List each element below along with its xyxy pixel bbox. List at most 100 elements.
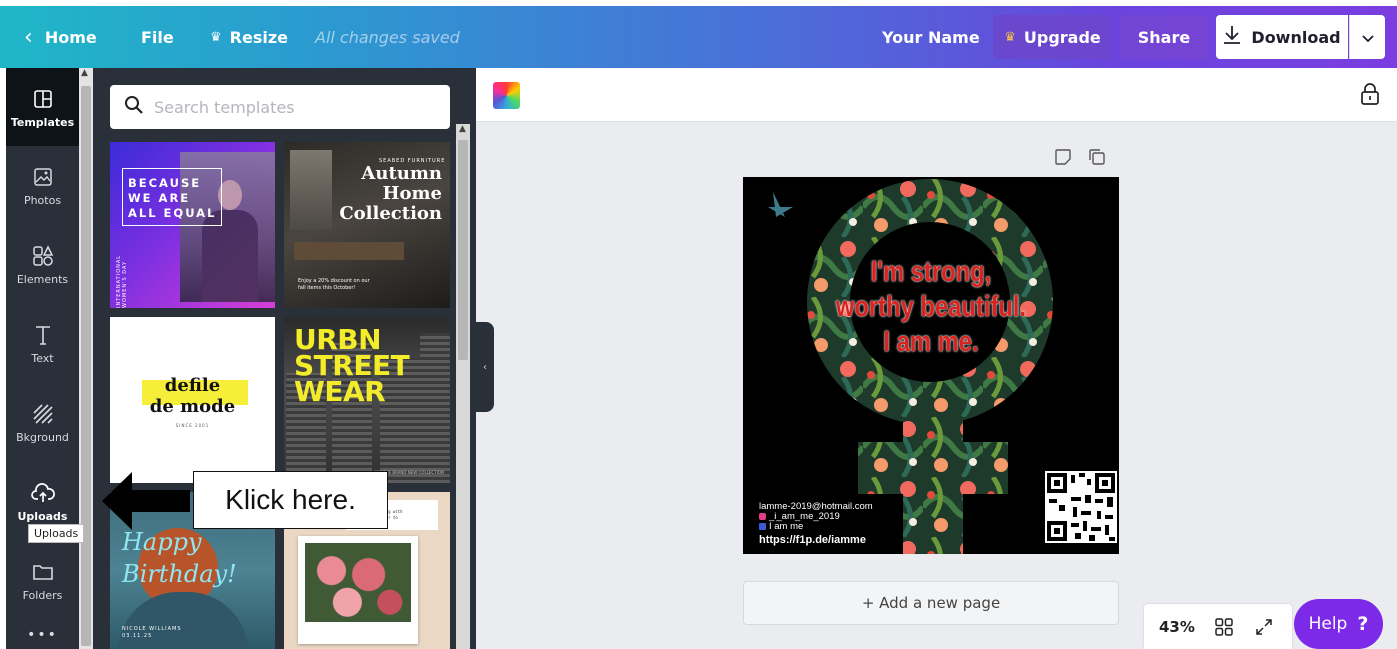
top-bar: ‹ Home File ♛ Resize All changes saved Y…	[0, 6, 1397, 68]
zoom-controls: 43%	[1144, 604, 1292, 649]
quote-line: worthy beautiful.	[835, 291, 1027, 323]
template-footer: SINCE 2001	[175, 423, 210, 428]
quote-line: I am me.	[883, 326, 979, 358]
more-icon: •••	[27, 626, 58, 643]
sidebar-more[interactable]: •••	[6, 620, 79, 649]
panel-scrollbar[interactable]: ▲	[456, 124, 470, 649]
sidebar: Templates Photos Elements Text Bkground …	[6, 68, 79, 649]
sidebar-item-elements[interactable]: Elements	[6, 225, 79, 303]
download-button[interactable]: Download	[1216, 15, 1348, 59]
template-headline: BECAUSE WE ARE ALL EQUAL	[128, 176, 217, 220]
editor-toolbar	[476, 68, 1397, 122]
search-box[interactable]	[110, 85, 450, 129]
annotation-arrow	[102, 472, 190, 530]
question-icon: ?	[1357, 613, 1369, 635]
zoom-level[interactable]: 43%	[1159, 618, 1195, 636]
chevron-left-icon: ‹	[24, 24, 33, 50]
template-footer: Enjoy a 20% discount on our fall items t…	[298, 278, 370, 291]
crown-icon: ♛	[210, 29, 222, 45]
template-photo	[290, 150, 332, 230]
home-label: Home	[44, 27, 97, 47]
upgrade-label: Upgrade	[1023, 27, 1101, 47]
help-button[interactable]: Help ?	[1294, 599, 1383, 649]
quote-text[interactable]: I'm strong, worthy beautiful. I am me.	[777, 255, 1085, 360]
chevron-left-icon: ‹	[483, 361, 487, 373]
duplicate-page-icon[interactable]	[1088, 148, 1108, 168]
download-icon	[1223, 25, 1241, 49]
page-tools	[1054, 148, 1108, 168]
contact-url: https://f1p.de/iamme	[759, 534, 866, 546]
resize-button[interactable]: ♛ Resize	[210, 6, 288, 68]
home-button[interactable]: ‹ Home	[24, 6, 97, 68]
collapse-panel-button[interactable]: ‹	[476, 322, 494, 412]
sidebar-item-folders[interactable]: Folders	[6, 541, 79, 619]
template-photo	[118, 592, 248, 649]
crown-icon: ♛	[1004, 29, 1016, 45]
sidebar-item-background[interactable]: Bkground	[6, 383, 79, 461]
template-card[interactable]: defile de mode SINCE 2001	[110, 317, 275, 483]
design-canvas[interactable]: I'm strong, worthy beautiful. I am me. l…	[743, 177, 1119, 554]
sidebar-item-label: Bkground	[16, 430, 69, 444]
add-page-button[interactable]: + Add a new page	[743, 581, 1119, 625]
lock-icon[interactable]	[1359, 82, 1383, 106]
facebook-icon	[759, 523, 766, 530]
sidebar-item-label: Elements	[16, 272, 69, 286]
template-photo	[294, 242, 404, 260]
file-menu-button[interactable]: File	[141, 6, 174, 68]
scrollbar-thumb[interactable]	[81, 86, 91, 646]
save-status: All changes saved	[315, 27, 460, 47]
search-icon	[124, 95, 144, 119]
template-headline: URBN STREET WEAR	[294, 323, 410, 408]
sidebar-item-text[interactable]: Text	[6, 304, 79, 382]
instagram-icon	[759, 513, 766, 520]
sidebar-item-photos[interactable]: Photos	[6, 146, 79, 224]
template-side-text: INTERNATIONAL WOMEN'S DAY	[116, 254, 128, 308]
color-picker-button[interactable]	[493, 82, 520, 109]
photos-icon	[30, 164, 56, 190]
template-headline: Happy Birthday!	[122, 528, 237, 588]
fullscreen-icon[interactable]	[1253, 616, 1275, 638]
scroll-up-icon[interactable]: ▲	[459, 124, 466, 134]
upgrade-button[interactable]: ♛ Upgrade	[993, 15, 1112, 59]
quote-line: I'm strong,	[870, 256, 992, 288]
download-options-button[interactable]	[1349, 15, 1385, 59]
sidebar-item-label: Text	[31, 351, 54, 365]
template-card[interactable]: BECAUSE WE ARE ALL EQUAL INTERNATIONAL W…	[110, 142, 275, 308]
uploads-tooltip: Uploads	[28, 524, 85, 543]
search-input[interactable]	[154, 97, 434, 117]
scroll-up-icon[interactable]: ▲	[81, 68, 88, 78]
folder-icon	[30, 559, 56, 585]
sidebar-item-label: Uploads	[17, 509, 68, 523]
elements-icon	[30, 243, 56, 269]
template-photo	[298, 536, 418, 644]
template-card[interactable]: SEABED FURNITURE Autumn Home Collection …	[284, 142, 450, 308]
grid-view-icon[interactable]	[1213, 616, 1235, 638]
resize-label: Resize	[229, 27, 288, 47]
template-card[interactable]: URBN STREET WEAR SEE THE BRAND NEW COLLE…	[284, 317, 450, 483]
scrollbar-thumb[interactable]	[458, 140, 468, 360]
template-headline: Autumn Home Collection	[339, 163, 442, 224]
contact-info[interactable]: lamme-2019@hotmail.com _i_am_me_2019 I a…	[759, 502, 873, 546]
upload-cloud-icon	[30, 480, 56, 506]
sidebar-item-label: Folders	[22, 588, 63, 602]
template-footer: NICOLE WILLIAMS 03.11.25	[122, 626, 182, 639]
text-icon	[30, 322, 56, 348]
chevron-down-icon	[1361, 28, 1374, 47]
editor-area: I'm strong, worthy beautiful. I am me. l…	[476, 68, 1397, 649]
sidebar-item-label: Photos	[23, 193, 62, 207]
templates-icon	[30, 86, 56, 112]
help-label: Help	[1308, 614, 1348, 634]
qr-code[interactable]	[1045, 471, 1117, 543]
add-note-icon[interactable]	[1054, 148, 1074, 168]
user-name[interactable]: Your Name	[882, 6, 980, 68]
sidebar-item-label: Templates	[10, 115, 75, 129]
templates-panel: ▲ BECAUSE WE ARE ALL EQUAL INTERNATIONAL…	[93, 68, 476, 649]
background-icon	[30, 401, 56, 427]
sidebar-scrollbar[interactable]: ▲	[79, 68, 93, 649]
share-button[interactable]: Share	[1120, 15, 1208, 59]
contact-facebook: I am me	[759, 522, 873, 532]
sidebar-item-templates[interactable]: Templates	[6, 68, 79, 146]
download-label: Download	[1251, 27, 1341, 47]
template-headline: defile de mode	[149, 375, 236, 417]
annotation-callout: Klick here.	[193, 471, 388, 529]
